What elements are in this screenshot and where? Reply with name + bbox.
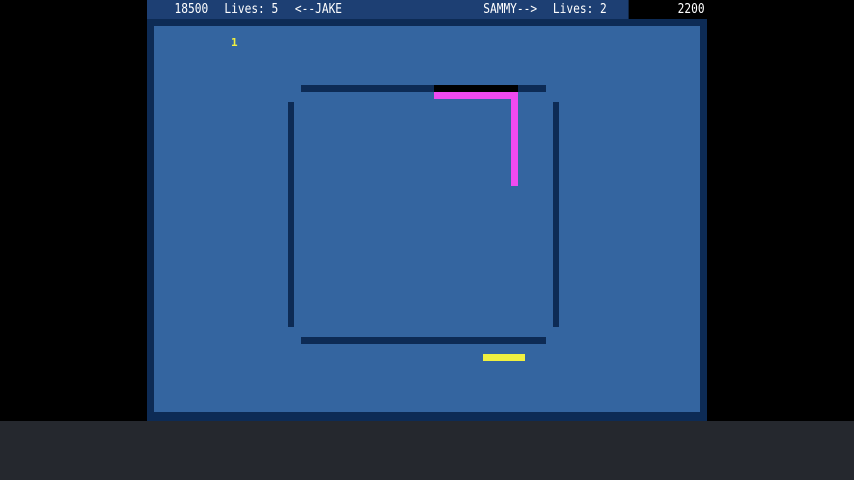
player2-lives: Lives: 2 bbox=[552, 2, 607, 17]
wall-left bbox=[288, 102, 294, 327]
snake-shadow bbox=[434, 85, 518, 92]
arena-border: 1 bbox=[147, 19, 707, 421]
player1-lives: Lives: 5 bbox=[224, 2, 279, 17]
score-bar: 18500 Lives: 5 <--JAKE SAMMY--> Lives: 2… bbox=[147, 0, 705, 19]
player2-name: SAMMY--> bbox=[483, 2, 538, 17]
food-number: 1 bbox=[231, 36, 238, 49]
bottom-bar bbox=[0, 421, 854, 480]
game-screen: 18500 Lives: 5 <--JAKE SAMMY--> Lives: 2… bbox=[147, 0, 707, 421]
snake-jake-vertical bbox=[511, 92, 518, 186]
player1-score: 18500 bbox=[174, 2, 209, 17]
snake-jake-horizontal bbox=[434, 92, 518, 99]
player1-name: <--JAKE bbox=[294, 2, 343, 17]
player2-score: 2200 bbox=[677, 2, 705, 17]
snake-sammy bbox=[483, 354, 525, 361]
wall-bottom bbox=[301, 337, 546, 344]
arena: 1 bbox=[154, 26, 700, 412]
wall-right bbox=[553, 102, 559, 327]
